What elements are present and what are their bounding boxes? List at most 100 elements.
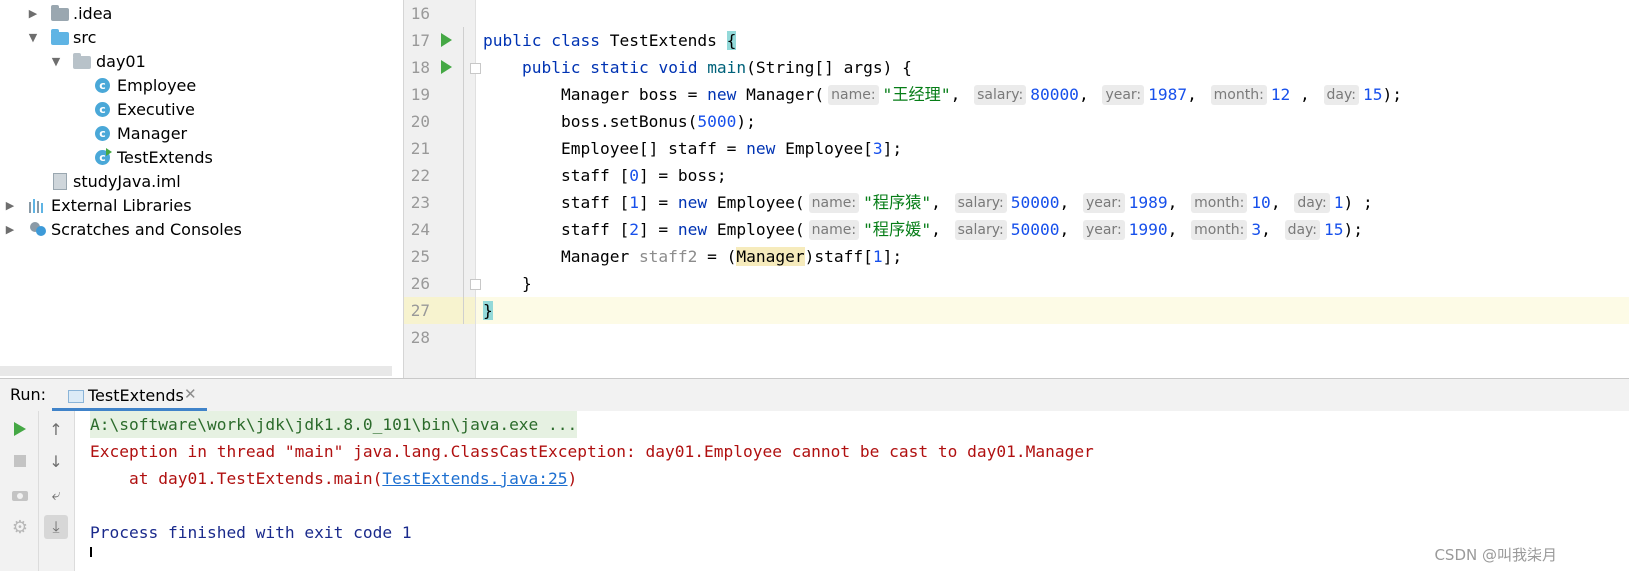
editor-gutter: 16 17 18 19 20 21 22 23 24 25 26 27 28 (404, 0, 481, 378)
tree-item-label: Manager (117, 123, 188, 143)
run-tool-window-header: Run: TestExtends ✕ (0, 378, 1629, 412)
number-literal: 1990 (1128, 220, 1168, 239)
code-line-20: boss.setBonus(5000); (483, 112, 756, 131)
line-number: 24 (410, 220, 430, 239)
gear-icon: ⚙ (11, 516, 29, 538)
method-name: main (707, 58, 747, 77)
console-stacktrace-line: at day01.TestExtends.main(TestExtends.ja… (90, 465, 577, 492)
line-number: 23 (410, 193, 430, 212)
brace: { (726, 31, 737, 50)
dump-threads-button[interactable] (8, 483, 32, 507)
run-badge-icon (106, 148, 112, 156)
param-hint: month: (1191, 193, 1248, 213)
number-literal: 15 (1324, 220, 1344, 239)
console-command-line: A:\software\work\jdk\jdk1.8.0_101\bin\ja… (90, 411, 578, 438)
toolbar-divider (38, 411, 39, 571)
tree-item-idea[interactable]: ▶ .idea (0, 1, 403, 25)
horizontal-scrollbar[interactable] (0, 366, 392, 376)
console-output[interactable]: A:\software\work\jdk\jdk1.8.0_101\bin\ja… (75, 411, 1629, 571)
param-hint: month: (1210, 85, 1267, 105)
tree-item-iml[interactable]: studyJava.iml (0, 169, 403, 193)
scroll-to-end-button[interactable]: ⤓ (44, 515, 68, 539)
tree-item-scratches[interactable]: ▶ Scratches and Consoles (0, 217, 403, 241)
cast-type: Manager (736, 247, 805, 266)
tree-item-manager[interactable]: c Manager (0, 121, 403, 145)
keyword: public (483, 31, 542, 50)
param-hint: name: (808, 193, 860, 213)
class-name: TestExtends (609, 31, 717, 50)
close-icon[interactable]: ✕ (184, 385, 197, 403)
param-hint: day: (1294, 193, 1330, 213)
run-tab-testextends[interactable]: TestExtends ✕ (52, 379, 207, 411)
tree-item-label: TestExtends (117, 147, 213, 167)
settings-button[interactable]: ⚙ (8, 515, 32, 539)
line-number: 25 (410, 247, 430, 266)
line-number: 20 (410, 112, 430, 131)
number-literal: 3 (1251, 220, 1262, 239)
number-literal: 5000 (697, 112, 737, 131)
code-line-25: Manager staff2 = (Manager)staff[1]; (483, 247, 903, 266)
class-icon: c (95, 126, 110, 141)
param-hint: year: (1082, 193, 1125, 213)
number-literal: 50000 (1010, 193, 1060, 212)
number-literal: 1987 (1148, 85, 1188, 104)
number-literal: 50000 (1010, 220, 1060, 239)
param-hint: month: (1191, 220, 1248, 240)
tree-item-label: External Libraries (51, 195, 192, 215)
tree-item-src[interactable]: ▼ src (0, 25, 403, 49)
run-title: Run: (10, 385, 47, 404)
line-number: 27 (410, 301, 430, 320)
tree-item-executive[interactable]: c Executive (0, 97, 403, 121)
number-literal: 3 (872, 139, 883, 158)
run-toolbar: ⚙ ↑ ↓ ⤶ ⤓ (0, 411, 75, 571)
keyword: void (658, 58, 698, 77)
code-editor[interactable]: 16 17 18 19 20 21 22 23 24 25 26 27 28 p… (404, 0, 1629, 378)
tree-item-day01[interactable]: ▼ day01 (0, 49, 403, 73)
libraries-icon (29, 198, 45, 213)
tree-item-testextends[interactable]: c TestExtends (0, 145, 403, 169)
scroll-up-button[interactable]: ↑ (44, 417, 68, 441)
param-hint: name: (828, 85, 879, 105)
param-hint: year: (1082, 220, 1125, 240)
arrow-up-icon: ↑ (49, 419, 63, 439)
module-file-icon (53, 173, 67, 190)
number-literal: 0 (629, 166, 639, 185)
run-main-gutter-icon[interactable] (441, 60, 452, 74)
param-hint: day: (1323, 85, 1359, 105)
tree-item-external-libraries[interactable]: ▶ External Libraries (0, 193, 403, 217)
code-line-17: public class TestExtends { (483, 27, 737, 54)
class-icon: c (95, 78, 110, 93)
number-literal: 12 (1270, 85, 1291, 104)
arrow-down-icon: ↓ (49, 451, 63, 471)
tree-item-label: day01 (96, 51, 146, 71)
number-literal: 10 (1251, 193, 1271, 212)
expanded-arrow-icon[interactable]: ▼ (27, 31, 39, 44)
collapsed-arrow-icon[interactable]: ▶ (4, 223, 16, 236)
fold-marker-icon[interactable] (470, 279, 481, 290)
class-icon: c (95, 102, 110, 117)
stop-button[interactable] (8, 449, 32, 473)
stacktrace-link[interactable]: TestExtends.java:25 (382, 469, 567, 488)
fold-marker-icon[interactable] (470, 63, 481, 74)
keyword: new (746, 139, 776, 158)
keyword: new (677, 220, 708, 239)
param-hint: name: (808, 220, 860, 240)
keyword: public (521, 58, 581, 77)
tree-item-employee[interactable]: c Employee (0, 73, 403, 97)
param-hint: salary: (954, 193, 1007, 213)
soft-wrap-button[interactable]: ⤶ (44, 483, 68, 507)
collapsed-arrow-icon[interactable]: ▶ (27, 7, 39, 20)
code-line-22: staff [0] = boss; (483, 166, 727, 185)
run-class-gutter-icon[interactable] (441, 33, 452, 47)
watermark: CSDN @叫我柒月 (1434, 546, 1557, 564)
code-line-23: staff [1] = new Employee(name: "程序猿", sal… (483, 193, 1373, 213)
collapsed-arrow-icon[interactable]: ▶ (4, 199, 16, 212)
expanded-arrow-icon[interactable]: ▼ (50, 55, 62, 68)
line-number: 16 (410, 4, 430, 23)
line-number: 17 (410, 31, 430, 50)
rerun-button[interactable] (8, 417, 32, 441)
scroll-down-button[interactable]: ↓ (44, 449, 68, 473)
line-number: 28 (410, 328, 430, 347)
tree-item-label: src (73, 27, 97, 47)
run-tab-label: TestExtends (88, 386, 184, 405)
